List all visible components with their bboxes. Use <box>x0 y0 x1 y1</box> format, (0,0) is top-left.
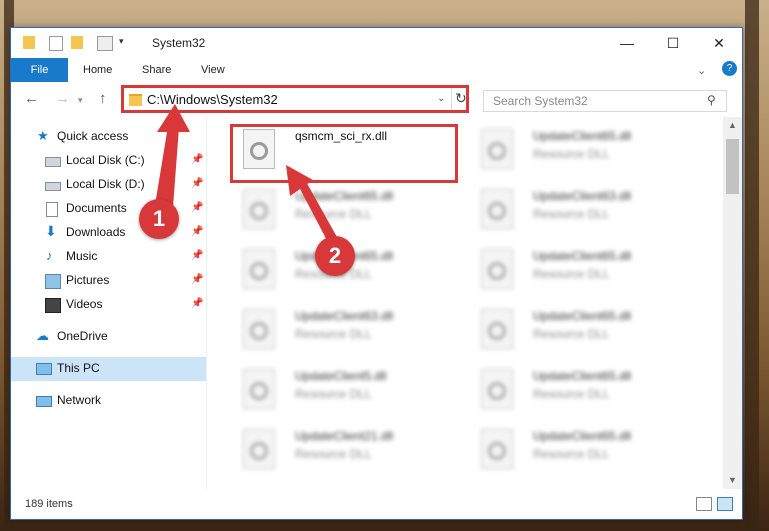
annotation-arrows <box>155 104 342 252</box>
arrow-1-head <box>157 104 190 132</box>
step-1-badge: 1 <box>139 199 179 239</box>
step-2-badge: 2 <box>315 236 355 276</box>
